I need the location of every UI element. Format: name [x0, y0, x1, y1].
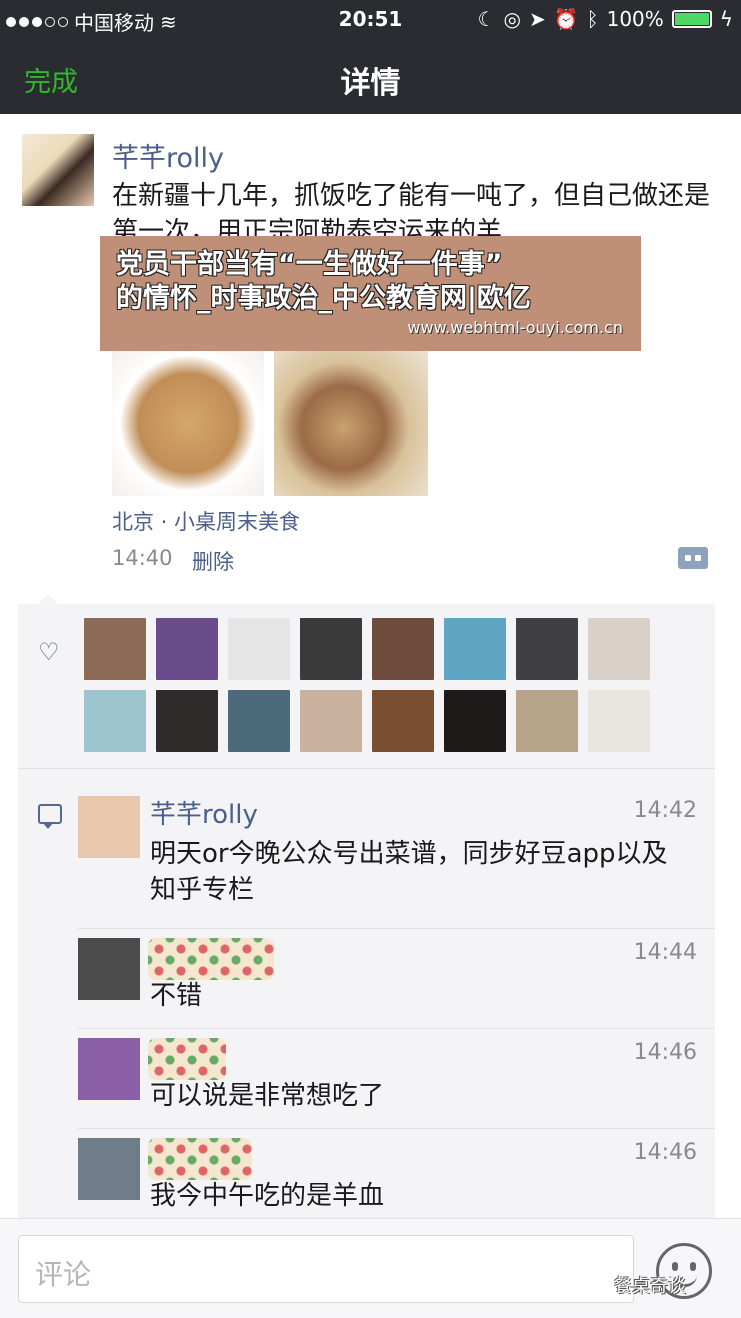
battery-icon [671, 10, 712, 28]
like-avatar[interactable] [156, 690, 218, 752]
heart-icon: ♡ [38, 638, 60, 666]
post-time: 14:40 [112, 546, 173, 570]
comment-text: 明天or今晚公众号出菜谱，同步好豆app以及知乎专栏 [150, 839, 668, 905]
comment-more-button[interactable] [678, 547, 708, 569]
panel-divider [18, 768, 715, 769]
like-avatar[interactable] [444, 618, 506, 680]
like-avatar[interactable] [372, 618, 434, 680]
comment-separator [78, 1128, 715, 1129]
comment-text: 可以说是非常想吃了 [150, 1081, 385, 1111]
like-avatar[interactable] [156, 618, 218, 680]
post-image-1[interactable] [112, 344, 264, 496]
overlay-title-line-2: 的情怀_时事政治_中公教育网|欧亿 [116, 283, 531, 314]
like-avatar[interactable] [516, 618, 578, 680]
alarm-icon: ⏰ [553, 7, 579, 31]
watermark: 餐桌奇谈 [614, 1276, 686, 1297]
comment-avatar[interactable] [78, 938, 140, 1000]
comment-text: 我今中午吃的是羊血 [150, 1181, 385, 1211]
overlay-title-line-1: 党员干部当有“一生做好一件事” [116, 249, 503, 280]
like-avatar[interactable] [84, 690, 146, 752]
nav-bar: 完成 详情 [0, 38, 741, 114]
moon-icon: ☾ [477, 7, 496, 31]
bluetooth-icon: ᛒ [586, 7, 599, 31]
comment-avatar[interactable] [78, 1038, 140, 1100]
comment-avatar[interactable] [78, 796, 140, 858]
comment-separator [78, 928, 715, 929]
comment-input[interactable]: 评论 [18, 1235, 634, 1303]
comment-time: 14:46 [633, 1040, 697, 1065]
like-avatar[interactable] [444, 690, 506, 752]
status-right: ☾ ◎ ➤ ⏰ ᛒ 100% ϟ [478, 7, 733, 31]
like-avatar[interactable] [588, 618, 650, 680]
redacted-name [148, 938, 274, 980]
like-avatar[interactable] [300, 618, 362, 680]
moment-post: 芊芊rolly 在新疆十几年，抓饭吃了能有一吨了，但自己做还是第一次，用正宗阿勒… [0, 114, 741, 604]
comment-time: 14:42 [633, 798, 697, 823]
page-title: 详情 [340, 66, 401, 101]
overlay-url: www.webhtml-ouyi.com.cn [407, 318, 623, 337]
status-bar: 中国移动 ≋ 20:51 ☾ ◎ ➤ ⏰ ᛒ 100% ϟ [0, 0, 741, 38]
lock-rotation-icon: ◎ [503, 7, 521, 31]
battery-percent: 100% [606, 7, 664, 31]
comment-time: 14:46 [633, 1140, 697, 1165]
redacted-name [148, 1138, 252, 1180]
like-avatar[interactable] [372, 690, 434, 752]
comment-separator [78, 1028, 715, 1029]
likes-grid [84, 618, 684, 752]
like-avatar[interactable] [228, 618, 290, 680]
overlay-banner: 党员干部当有“一生做好一件事” 的情怀_时事政治_中公教育网|欧亿 www.we… [100, 236, 641, 351]
location-icon: ➤ [528, 7, 546, 31]
delete-button[interactable]: 删除 [192, 546, 234, 576]
comment-time: 14:44 [633, 940, 697, 965]
comment-input-bar: 评论 [0, 1218, 741, 1318]
comment-icon [38, 804, 62, 829]
charging-icon: ϟ [719, 7, 733, 31]
author-name[interactable]: 芊芊rolly [112, 136, 224, 175]
like-avatar[interactable] [300, 690, 362, 752]
comment-avatar[interactable] [78, 1138, 140, 1200]
author-avatar[interactable] [22, 134, 94, 206]
redacted-name [148, 1038, 226, 1080]
comment-text: 不错 [150, 981, 203, 1011]
comment-author[interactable]: 芊芊rolly [150, 794, 258, 831]
like-avatar[interactable] [588, 690, 650, 752]
like-avatar[interactable] [228, 690, 290, 752]
post-image-2[interactable] [274, 344, 428, 496]
like-avatar[interactable] [516, 690, 578, 752]
post-location[interactable]: 北京 · 小桌周末美食 [112, 506, 300, 536]
like-avatar[interactable] [84, 618, 146, 680]
panel-arrow [38, 594, 58, 604]
